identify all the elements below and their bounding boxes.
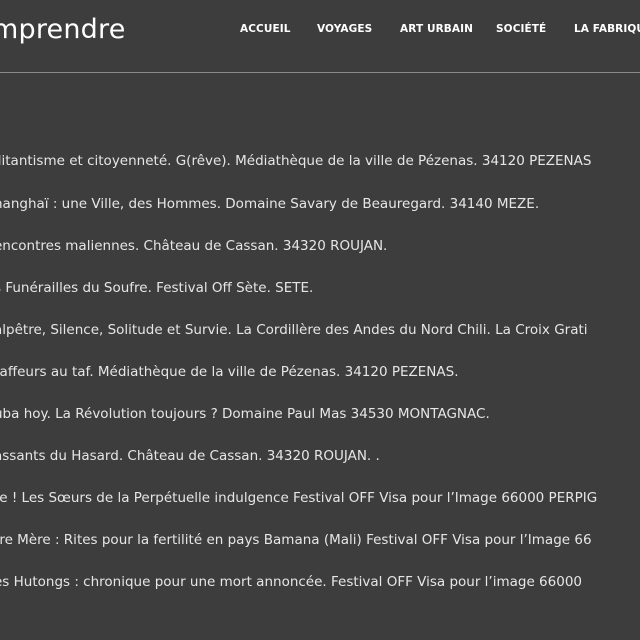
list-item: s Funérailles du Soufre. Festival Off Sè… — [0, 280, 314, 296]
exhibition-list: ilitantisme et citoyenneté. G(rêve). Méd… — [0, 0, 640, 640]
list-item: assants du Hasard. Château de Cassan. 34… — [0, 448, 380, 464]
list-item: hanghaï : une Ville, des Hommes. Domaine… — [0, 196, 540, 212]
list-item: re ! Les Sœurs de la Perpétuelle indulge… — [0, 490, 598, 506]
list-item: rre Mère : Rites pour la fertilité en pa… — [0, 532, 592, 548]
list-item: alpêtre, Silence, Solitude et Survie. La… — [0, 322, 588, 338]
list-item: encontres maliennes. Château de Cassan. … — [0, 238, 388, 254]
list-item: uba hoy. La Révolution toujours ? Domain… — [0, 406, 490, 422]
list-item: ilitantisme et citoyenneté. G(rêve). Méd… — [0, 153, 592, 169]
list-item: raffeurs au taf. Médiathèque de la ville… — [0, 364, 459, 380]
list-item: es Hutongs : chronique pour une mort ann… — [0, 574, 583, 590]
